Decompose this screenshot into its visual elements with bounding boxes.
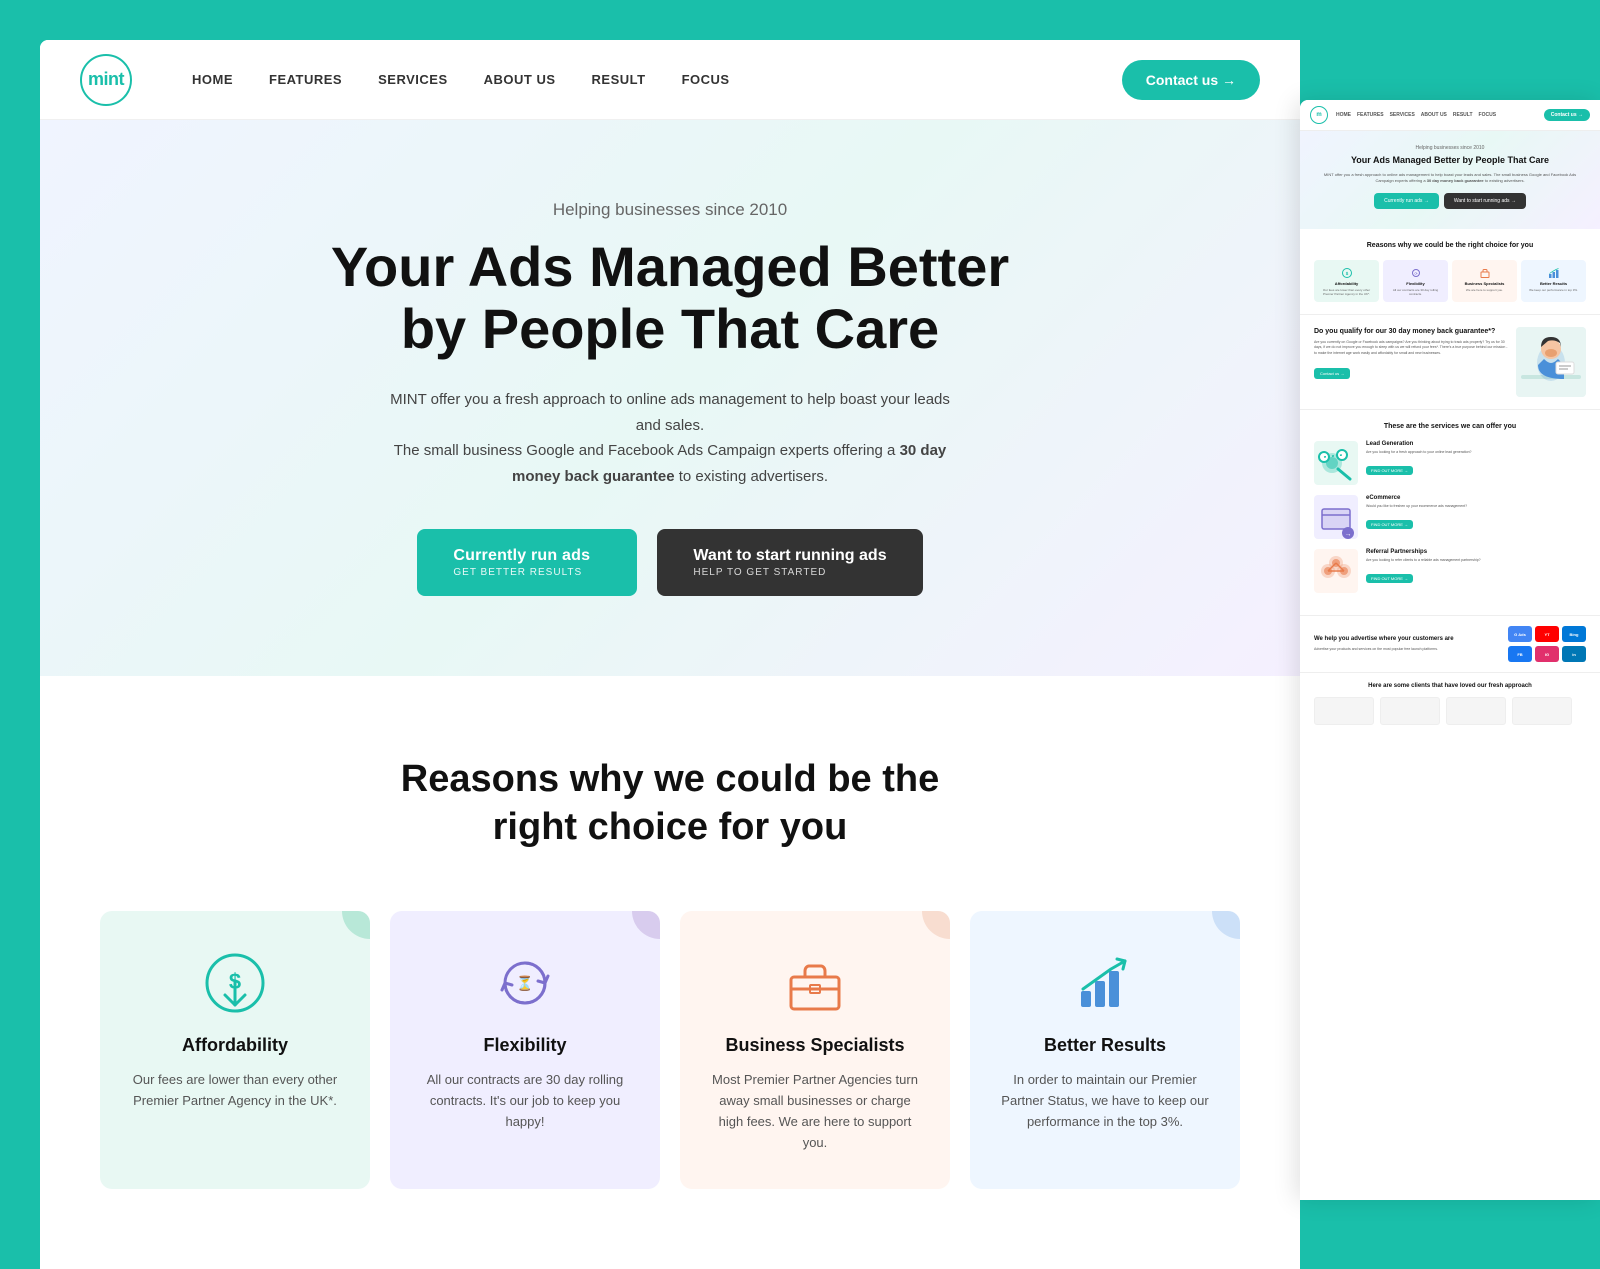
hero-subheading: Helping businesses since 2010 — [553, 200, 787, 220]
preview-panel: m HOME FEATURES SERVICES ABOUT US RESULT… — [1300, 100, 1600, 1200]
hero-title: Your Ads Managed Better by People That C… — [330, 236, 1010, 359]
hero-section: Helping businesses since 2010 Your Ads M… — [40, 120, 1300, 676]
preview-navbar: m HOME FEATURES SERVICES ABOUT US RESULT… — [1300, 100, 1600, 131]
svg-text:$: $ — [1345, 271, 1348, 276]
card-desc-results: In order to maintain our Premier Partner… — [998, 1070, 1212, 1132]
preview-clients: Here are some clients that have loved ou… — [1300, 673, 1600, 735]
card-title-affordability: Affordability — [182, 1035, 288, 1056]
business-icon — [783, 951, 847, 1015]
preview-nav-links: HOME FEATURES SERVICES ABOUT US RESULT F… — [1336, 112, 1496, 118]
preview-guarantee: Do you qualify for our 30 day money back… — [1300, 315, 1600, 410]
preview-hero: Helping businesses since 2010 Your Ads M… — [1300, 131, 1600, 229]
card-title-business: Business Specialists — [725, 1035, 904, 1056]
main-site: mint HOME FEATURES SERVICES ABOUT US RES… — [40, 40, 1300, 1269]
card-business: Business Specialists Most Premier Partne… — [680, 911, 950, 1189]
hero-buttons: Currently run ads GET BETTER RESULTS Wan… — [417, 529, 922, 596]
logo-wrap[interactable]: mint — [80, 54, 132, 106]
card-desc-flexibility: All our contracts are 30 day rolling con… — [418, 1070, 632, 1132]
preview-services: These are the services we can offer you … — [1300, 410, 1600, 616]
nav-features[interactable]: FEATURES — [269, 72, 342, 87]
preview-logo: m — [1310, 106, 1328, 124]
logo[interactable]: mint — [80, 54, 132, 106]
page-wrapper: mint HOME FEATURES SERVICES ABOUT US RES… — [0, 40, 1600, 1269]
nav-focus[interactable]: FOCUS — [682, 72, 730, 87]
cards-grid: $ Affordability Our fees are lower than … — [100, 911, 1240, 1189]
navbar: mint HOME FEATURES SERVICES ABOUT US RES… — [40, 40, 1300, 120]
start-ads-button[interactable]: Want to start running ads HELP TO GET ST… — [657, 529, 922, 596]
nav-home[interactable]: HOME — [192, 72, 233, 87]
svg-text:→: → — [1345, 531, 1352, 538]
flexibility-icon: ⏳ — [493, 951, 557, 1015]
nav-result[interactable]: RESULT — [592, 72, 646, 87]
hero-description: MINT offer you a fresh approach to onlin… — [390, 387, 950, 489]
preview-guarantee-image — [1516, 327, 1586, 397]
contact-button[interactable]: Contact us → — [1122, 60, 1260, 100]
card-affordability: $ Affordability Our fees are lower than … — [100, 911, 370, 1189]
preview-platform: We help you advertise where your custome… — [1300, 616, 1600, 673]
nav-services[interactable]: SERVICES — [378, 72, 448, 87]
nav-links: HOME FEATURES SERVICES ABOUT US RESULT F… — [192, 71, 1122, 89]
affordability-icon: $ — [203, 951, 267, 1015]
card-results: Better Results In order to maintain our … — [970, 911, 1240, 1189]
card-desc-affordability: Our fees are lower than every other Prem… — [128, 1070, 342, 1112]
reasons-section: Reasons why we could be the right choice… — [40, 676, 1300, 1269]
card-title-flexibility: Flexibility — [483, 1035, 566, 1056]
results-icon — [1073, 951, 1137, 1015]
reasons-title: Reasons why we could be the right choice… — [390, 756, 950, 851]
preview-contact-btn: Contact us → — [1544, 109, 1590, 121]
nav-about[interactable]: ABOUT US — [484, 72, 556, 87]
svg-text:⟳: ⟳ — [1414, 271, 1418, 276]
current-ads-button[interactable]: Currently run ads GET BETTER RESULTS — [417, 529, 637, 596]
card-flexibility: ⏳ Flexibility All our contracts are 30 d… — [390, 911, 660, 1189]
card-desc-business: Most Premier Partner Agencies turn away … — [708, 1070, 922, 1153]
card-title-results: Better Results — [1044, 1035, 1166, 1056]
svg-text:⏳: ⏳ — [516, 975, 533, 992]
preview-reasons: Reasons why we could be the right choice… — [1300, 229, 1600, 315]
